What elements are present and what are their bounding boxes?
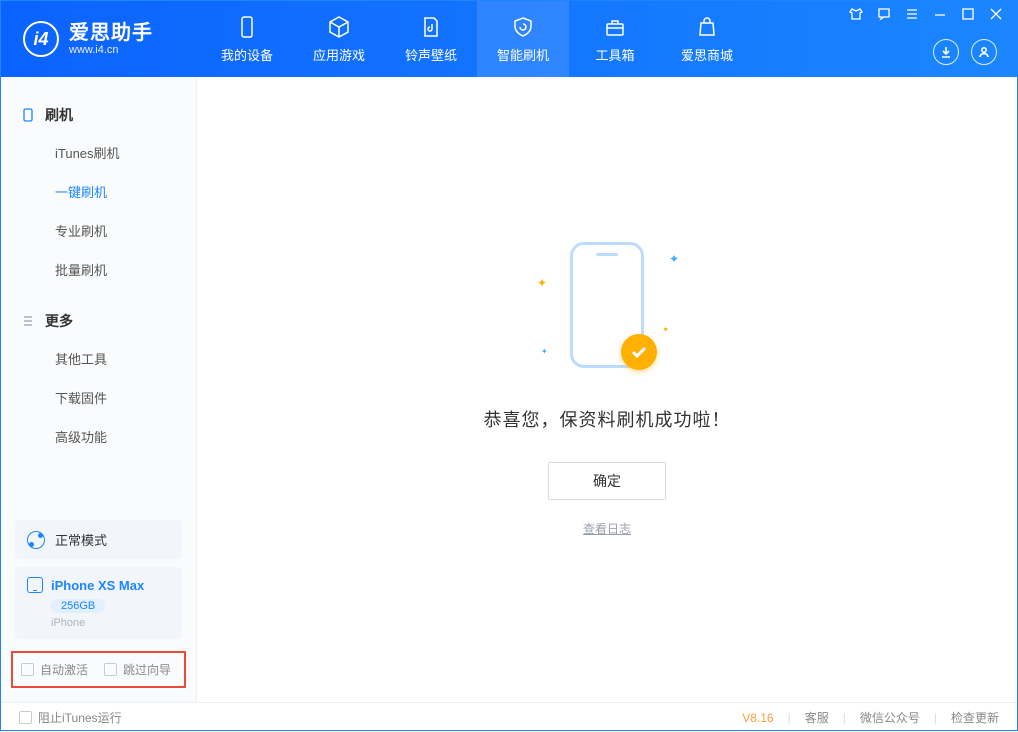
device-name-row: iPhone XS Max [27,577,170,593]
close-icon[interactable] [989,7,1003,21]
sidebar: 刷机 iTunes刷机 一键刷机 专业刷机 批量刷机 更多 其他工具 下载固件 … [1,77,197,702]
tab-my-device[interactable]: 我的设备 [201,1,293,77]
device-info-box[interactable]: iPhone XS Max 256GB iPhone [15,567,182,639]
sidebar-header-flash: 刷机 [1,97,196,133]
sidebar-header-label: 刷机 [45,105,73,125]
phone-icon [235,15,259,39]
sidebar-item-batch-flash[interactable]: 批量刷机 [1,250,196,289]
nav-tabs: 我的设备 应用游戏 铃声壁纸 智能刷机 工具箱 爱思商城 [201,1,753,77]
success-illustration: ✦ ✦ ✦ ✦ [527,242,687,382]
sidebar-item-pro-flash[interactable]: 专业刷机 [1,211,196,250]
checkbox-block-itunes[interactable]: 阻止iTunes运行 [19,709,122,726]
toolbox-icon [603,15,627,39]
sidebar-item-advanced[interactable]: 高级功能 [1,417,196,456]
menu-icon[interactable] [905,7,919,21]
feedback-icon[interactable] [877,7,891,21]
mode-icon [27,531,45,549]
wechat-link[interactable]: 微信公众号 [860,709,920,726]
sidebar-header-more: 更多 [1,303,196,339]
version-label: V8.16 [742,711,773,725]
checkbox-box-icon [104,663,117,676]
success-check-icon [621,334,657,370]
tab-label: 应用游戏 [313,45,365,64]
tab-ringtones[interactable]: 铃声壁纸 [385,1,477,77]
maximize-icon[interactable] [961,7,975,21]
ok-button[interactable]: 确定 [548,462,666,500]
header-action-circles [933,39,1003,65]
separator: | [788,711,791,725]
separator: | [843,711,846,725]
app-site: www.i4.cn [69,44,153,56]
mode-label: 正常模式 [55,530,107,549]
view-log-link[interactable]: 查看日志 [583,520,631,537]
tab-apps-games[interactable]: 应用游戏 [293,1,385,77]
tab-label: 铃声壁纸 [405,45,457,64]
shirt-icon[interactable] [849,7,863,21]
tab-label: 工具箱 [595,45,634,64]
tab-label: 我的设备 [221,45,273,64]
music-file-icon [419,15,443,39]
tab-label: 智能刷机 [497,45,549,64]
status-bar: 阻止iTunes运行 V8.16 | 客服 | 微信公众号 | 检查更新 [1,702,1017,732]
sidebar-item-itunes-flash[interactable]: iTunes刷机 [1,133,196,172]
flash-options-row: 自动激活 跳过向导 [11,651,186,688]
checkbox-skip-guide[interactable]: 跳过向导 [104,661,171,678]
checkbox-label: 阻止iTunes运行 [38,709,122,726]
shield-refresh-icon [511,15,535,39]
tab-store[interactable]: 爱思商城 [661,1,753,77]
device-small-icon [21,108,35,122]
tab-smart-flash[interactable]: 智能刷机 [477,1,569,77]
checkbox-box-icon [21,663,34,676]
phone-small-icon [27,577,43,593]
list-icon [21,314,35,328]
tab-toolbox[interactable]: 工具箱 [569,1,661,77]
checkbox-box-icon [19,711,32,724]
device-type: iPhone [51,617,170,629]
logo-icon: i4 [23,21,59,57]
header-right [849,1,1007,77]
window-controls [849,7,1003,21]
sidebar-item-other-tools[interactable]: 其他工具 [1,339,196,378]
logo-text: 爱思助手 www.i4.cn [69,22,153,56]
cube-icon [327,15,351,39]
logo-area: i4 爱思助手 www.i4.cn [1,1,201,77]
sidebar-section-more: 更多 其他工具 下载固件 高级功能 [1,303,196,456]
sparkle-icon: ✦ [662,325,669,334]
sidebar-item-onekey-flash[interactable]: 一键刷机 [1,172,196,211]
app-title: 爱思助手 [69,22,153,44]
app-body: 刷机 iTunes刷机 一键刷机 专业刷机 批量刷机 更多 其他工具 下载固件 … [1,77,1017,702]
sidebar-bottom: 正常模式 iPhone XS Max 256GB iPhone 自动激活 跳过向… [1,512,196,702]
checkbox-label: 自动激活 [40,661,88,678]
device-name: iPhone XS Max [51,578,144,593]
check-update-link[interactable]: 检查更新 [951,709,999,726]
minimize-icon[interactable] [933,7,947,21]
app-header: i4 爱思助手 www.i4.cn 我的设备 应用游戏 铃声壁纸 智能刷机 工具… [1,1,1017,77]
device-mode-box[interactable]: 正常模式 [15,520,182,559]
tab-label: 爱思商城 [681,45,733,64]
sidebar-item-download-firmware[interactable]: 下载固件 [1,378,196,417]
checkbox-label: 跳过向导 [123,661,171,678]
success-message: 恭喜您，保资料刷机成功啦！ [484,406,731,432]
sidebar-header-label: 更多 [45,311,73,331]
separator: | [934,711,937,725]
checkbox-auto-activate[interactable]: 自动激活 [21,661,88,678]
main-content: ✦ ✦ ✦ ✦ 恭喜您，保资料刷机成功啦！ 确定 查看日志 [197,77,1017,702]
sparkle-icon: ✦ [669,252,679,266]
user-icon[interactable] [971,39,997,65]
download-icon[interactable] [933,39,959,65]
bag-icon [695,15,719,39]
sparkle-icon: ✦ [541,347,548,356]
support-link[interactable]: 客服 [805,709,829,726]
footer-right: V8.16 | 客服 | 微信公众号 | 检查更新 [742,709,999,726]
sparkle-icon: ✦ [537,276,547,290]
device-storage-badge: 256GB [51,599,105,613]
sidebar-section-flash: 刷机 iTunes刷机 一键刷机 专业刷机 批量刷机 [1,97,196,289]
